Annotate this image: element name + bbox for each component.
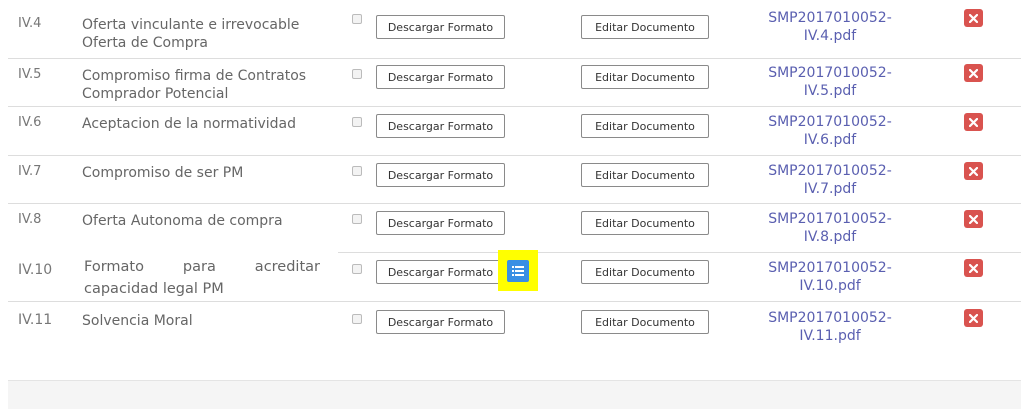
document-code: IV.10: [18, 262, 53, 278]
document-code: IV.11: [18, 312, 53, 328]
download-format-button[interactable]: Descargar Formato: [376, 211, 505, 235]
delete-button[interactable]: [964, 9, 983, 27]
file-name-line2: IV.7.pdf: [803, 181, 857, 197]
table-footer: [8, 380, 1021, 409]
file-name-line2: IV.10.pdf: [799, 278, 861, 294]
list-icon: [512, 265, 524, 276]
download-format-button[interactable]: Descargar Formato: [376, 15, 505, 39]
file-name-line1: SMP2017010052-: [768, 211, 892, 227]
file-link[interactable]: SMP2017010052- IV.5.pdf: [750, 64, 910, 100]
download-format-button[interactable]: Descargar Formato: [376, 163, 505, 187]
close-icon: [969, 13, 978, 23]
document-code: IV.8: [18, 212, 42, 227]
file-name-line1: SMP2017010052-: [768, 65, 892, 81]
table-row: IV.5 Compromiso firma de Contratos Compr…: [8, 58, 1021, 107]
document-description: Compromiso de ser PM: [82, 165, 244, 181]
document-code: IV.7: [18, 164, 42, 179]
close-icon: [969, 263, 978, 273]
document-description: Solvencia Moral: [82, 313, 193, 329]
document-description: Oferta Autonoma de compra: [82, 213, 283, 229]
row-checkbox[interactable]: [352, 117, 362, 127]
file-name-line1: SMP2017010052-: [768, 10, 892, 26]
table-row: IV.4 Oferta vinculante e irrevocable Ofe…: [8, 0, 1021, 51]
download-format-button[interactable]: Descargar Formato: [376, 65, 505, 89]
row-checkbox[interactable]: [352, 69, 362, 79]
delete-button[interactable]: [964, 309, 983, 327]
delete-button[interactable]: [964, 64, 983, 82]
row-checkbox[interactable]: [352, 214, 362, 224]
table-row: IV.6 Aceptacion de la normatividad Desca…: [8, 106, 1021, 155]
delete-button[interactable]: [964, 113, 983, 131]
file-link[interactable]: SMP2017010052- IV.10.pdf: [750, 259, 910, 295]
file-name-line1: SMP2017010052-: [768, 310, 892, 326]
download-format-button[interactable]: Descargar Formato: [376, 310, 505, 334]
edit-document-button[interactable]: Editar Documento: [581, 114, 709, 138]
edit-document-button[interactable]: Editar Documento: [581, 65, 709, 89]
row-divider: [338, 252, 1021, 253]
close-icon: [969, 117, 978, 127]
table-row: IV.8 Oferta Autonoma de compra Descargar…: [8, 203, 1021, 252]
edit-document-button[interactable]: Editar Documento: [581, 310, 709, 334]
row-checkbox[interactable]: [352, 314, 362, 324]
row-checkbox[interactable]: [352, 14, 362, 24]
file-link[interactable]: SMP2017010052- IV.7.pdf: [750, 162, 910, 198]
close-icon: [969, 214, 978, 224]
document-code: IV.6: [18, 115, 42, 130]
close-icon: [969, 313, 978, 323]
download-format-button[interactable]: Descargar Formato: [376, 114, 505, 138]
edit-document-button[interactable]: Editar Documento: [581, 15, 709, 39]
file-name-line2: IV.4.pdf: [803, 28, 857, 44]
row-checkbox[interactable]: [352, 264, 362, 274]
highlight-box: [498, 250, 538, 291]
file-name-line1: SMP2017010052-: [768, 163, 892, 179]
delete-button[interactable]: [964, 162, 983, 180]
file-name-line2: IV.6.pdf: [803, 132, 857, 148]
file-link[interactable]: SMP2017010052- IV.4.pdf: [750, 9, 910, 45]
edit-document-button[interactable]: Editar Documento: [581, 211, 709, 235]
file-link[interactable]: SMP2017010052- IV.11.pdf: [750, 309, 910, 345]
file-name-line1: SMP2017010052-: [768, 260, 892, 276]
view-list-button[interactable]: [507, 259, 529, 282]
file-link[interactable]: SMP2017010052- IV.6.pdf: [750, 113, 910, 149]
document-description: Formato para acreditar capacidad legal P…: [84, 259, 320, 297]
delete-button[interactable]: [964, 259, 983, 277]
document-description: Compromiso firma de Contratos Comprador …: [82, 68, 307, 102]
document-description: Aceptacion de la normatividad: [82, 116, 297, 132]
file-name-line2: IV.8.pdf: [803, 229, 857, 245]
close-icon: [969, 166, 978, 176]
row-checkbox[interactable]: [352, 166, 362, 176]
file-link[interactable]: SMP2017010052- IV.8.pdf: [750, 210, 910, 246]
edit-document-button[interactable]: Editar Documento: [581, 260, 709, 284]
file-name-line1: SMP2017010052-: [768, 114, 892, 130]
close-icon: [969, 68, 978, 78]
file-name-line2: IV.11.pdf: [799, 328, 861, 344]
document-code: IV.5: [18, 67, 42, 82]
table-row: IV.11 Solvencia Moral Descargar Formato …: [8, 301, 1021, 350]
file-name-line2: IV.5.pdf: [803, 83, 857, 99]
delete-button[interactable]: [964, 210, 983, 228]
download-format-button[interactable]: Descargar Formato: [376, 260, 505, 284]
document-description: Oferta vinculante e irrevocable Oferta d…: [82, 17, 300, 51]
document-code: IV.4: [18, 16, 42, 31]
edit-document-button[interactable]: Editar Documento: [581, 163, 709, 187]
table-row: IV.7 Compromiso de ser PM Descargar Form…: [8, 155, 1021, 204]
